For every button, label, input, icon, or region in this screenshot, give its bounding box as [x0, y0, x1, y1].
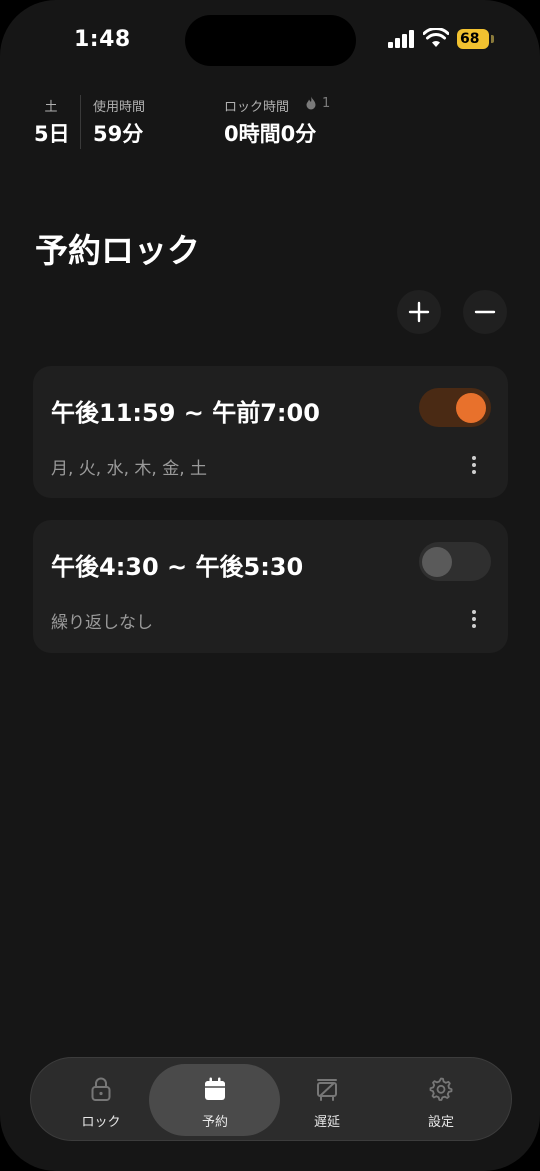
dynamic-island	[185, 15, 356, 66]
delay-icon	[317, 1079, 337, 1101]
schedule-time-range: 午後11:59 ~ 午前7:00	[51, 399, 320, 427]
schedule-toggle[interactable]	[419, 388, 491, 427]
tab-bar: ロック 予約 遅延 設定	[30, 1057, 512, 1141]
lock-icon	[91, 1077, 111, 1101]
add-schedule-button[interactable]	[397, 290, 441, 334]
more-options-icon[interactable]	[464, 454, 484, 476]
tab-delay[interactable]: 遅延	[277, 1058, 377, 1142]
stat-lock-label: ロック時間	[224, 100, 290, 115]
schedule-card[interactable]: 午後11:59 ~ 午前7:00 月, 火, 水, 木, 金, 土	[33, 366, 508, 498]
app-screen: 1:48 68 土 5日 使用時間 59分 ロック時間 1 0時間0分 予約ロッ…	[0, 0, 540, 1171]
stat-lock-value: 0時間0分	[224, 122, 317, 146]
battery-percent: 68	[460, 31, 480, 47]
schedule-days: 繰り返しなし	[51, 613, 153, 633]
tab-label: 遅延	[313, 1115, 340, 1130]
flame-icon	[306, 96, 316, 110]
tab-settings[interactable]: 設定	[391, 1058, 491, 1142]
schedule-card[interactable]: 午後4:30 ~ 午後5:30 繰り返しなし	[33, 520, 508, 653]
lock-streak-count: 1	[322, 96, 331, 111]
stat-usage-value: 59分	[93, 122, 144, 146]
battery-tip	[491, 35, 494, 43]
plus-icon	[408, 301, 430, 323]
stat-divider	[80, 95, 81, 149]
tab-schedule[interactable]: 予約	[165, 1058, 265, 1142]
toggle-knob	[456, 393, 486, 423]
battery-icon: 68	[457, 29, 489, 49]
wifi-icon	[423, 28, 449, 47]
stat-usage-label: 使用時間	[93, 100, 146, 115]
schedule-days: 月, 火, 水, 木, 金, 土	[51, 459, 208, 479]
toggle-knob	[422, 547, 452, 577]
more-options-icon[interactable]	[464, 608, 484, 630]
schedule-toggle[interactable]	[419, 542, 491, 581]
stat-day-label: 土	[44, 100, 58, 115]
calendar-icon	[205, 1077, 225, 1100]
tab-lock[interactable]: ロック	[51, 1058, 151, 1142]
cellular-signal-icon	[388, 30, 414, 48]
stat-day-value: 5日	[34, 122, 70, 146]
remove-schedule-button[interactable]	[463, 290, 507, 334]
tab-label: 予約	[201, 1115, 228, 1130]
status-time: 1:48	[74, 27, 131, 52]
gear-icon	[429, 1077, 453, 1101]
minus-icon	[474, 310, 496, 314]
tab-label: 設定	[427, 1115, 454, 1130]
page-title: 予約ロック	[35, 231, 200, 270]
schedule-time-range: 午後4:30 ~ 午後5:30	[51, 553, 304, 581]
tab-label: ロック	[81, 1115, 121, 1130]
